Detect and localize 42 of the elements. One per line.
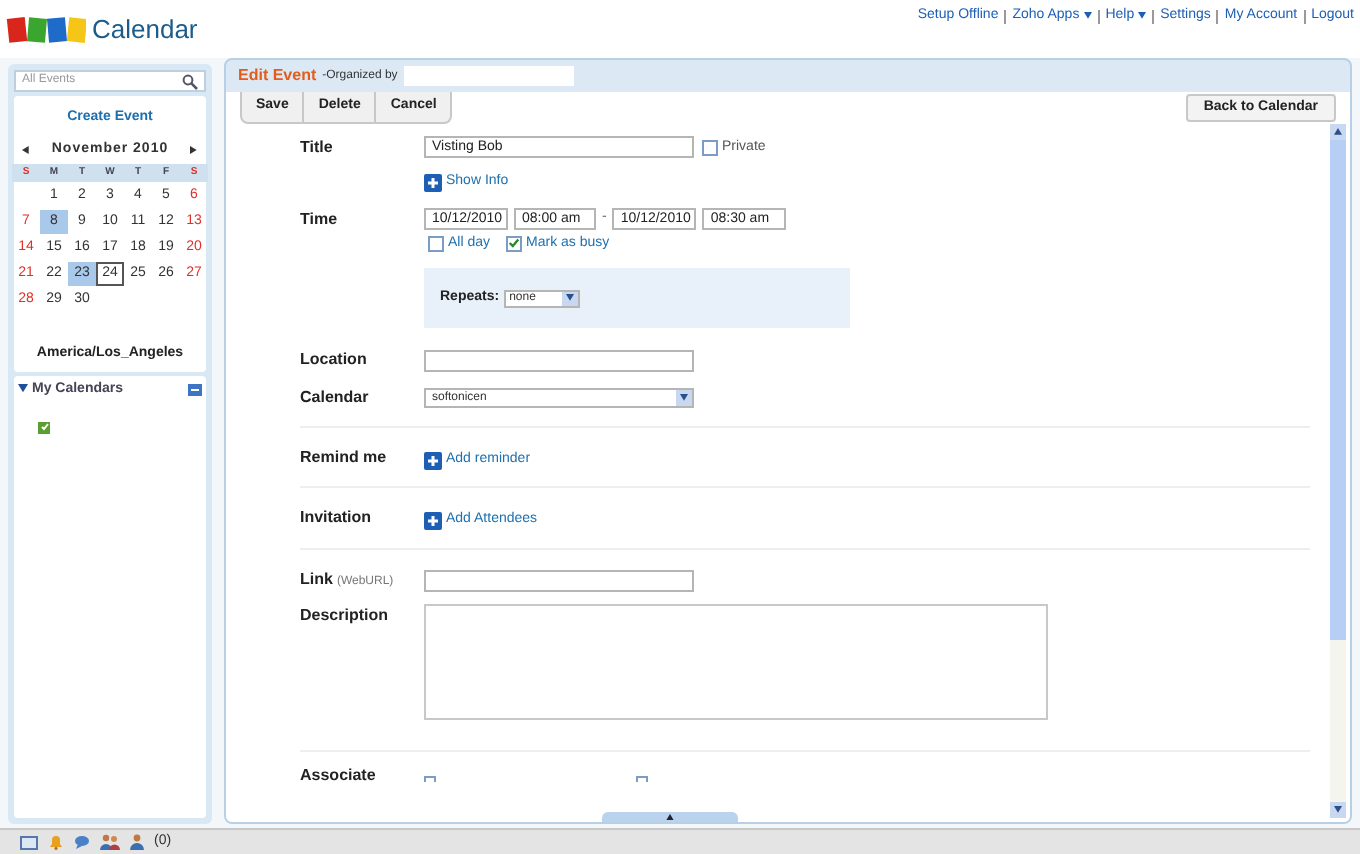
location-field[interactable] bbox=[424, 349, 694, 371]
card-icon[interactable] bbox=[20, 835, 38, 849]
time-label: Time bbox=[300, 207, 340, 231]
caret-icon bbox=[680, 394, 688, 402]
link-label: Link bbox=[300, 568, 333, 592]
caret-icon bbox=[1083, 12, 1092, 21]
link-field[interactable] bbox=[424, 569, 694, 591]
chat-icon[interactable] bbox=[74, 834, 90, 850]
search-icon bbox=[182, 73, 198, 89]
associate-label: Associate bbox=[300, 764, 378, 788]
app-name: Calendar bbox=[92, 12, 198, 48]
scroll-thumb[interactable] bbox=[1330, 140, 1346, 640]
description-label: Description bbox=[300, 604, 391, 628]
remind-label: Remind me bbox=[300, 446, 389, 470]
add-calendar-icon[interactable] bbox=[188, 383, 202, 396]
description-field[interactable] bbox=[424, 604, 1048, 720]
calendar-label: Calendar bbox=[300, 386, 371, 410]
people-icon[interactable] bbox=[100, 834, 120, 850]
title-label: Title bbox=[300, 136, 335, 160]
editor-title: Edit Event bbox=[238, 64, 317, 88]
all-day-checkbox[interactable] bbox=[428, 235, 444, 252]
previous-month-icon[interactable] bbox=[22, 145, 30, 154]
plus-icon bbox=[424, 173, 442, 192]
caret-icon bbox=[565, 294, 574, 302]
person-icon[interactable] bbox=[130, 834, 144, 850]
checkbox-icon bbox=[636, 776, 648, 782]
plus-icon bbox=[424, 511, 442, 530]
calendar-checkbox[interactable] bbox=[38, 421, 50, 433]
next-month-icon[interactable] bbox=[189, 145, 198, 154]
expand-arrow-icon[interactable] bbox=[18, 384, 28, 395]
plus-icon bbox=[424, 451, 442, 470]
checkbox-icon bbox=[424, 776, 436, 782]
scroll-up-icon[interactable] bbox=[1334, 128, 1342, 136]
panel-toggle-handle[interactable] bbox=[602, 812, 738, 822]
busy-checkbox[interactable] bbox=[506, 235, 523, 252]
private-checkbox[interactable] bbox=[702, 140, 718, 157]
logo-icon bbox=[6, 15, 86, 44]
scroll-down-icon[interactable] bbox=[1334, 806, 1342, 814]
caret-icon bbox=[1138, 12, 1147, 21]
invitation-label: Invitation bbox=[300, 506, 374, 530]
bell-icon[interactable] bbox=[48, 834, 64, 850]
location-label: Location bbox=[300, 348, 369, 372]
